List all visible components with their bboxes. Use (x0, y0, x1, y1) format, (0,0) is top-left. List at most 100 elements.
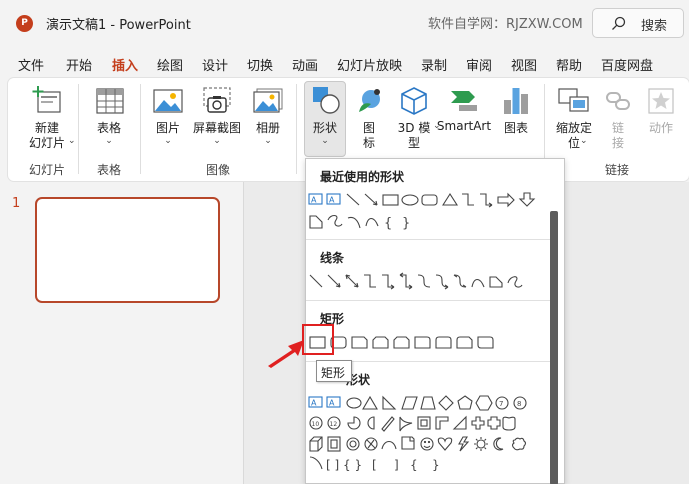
icons-button[interactable]: 图 标 (352, 84, 386, 156)
shapes-button[interactable]: 形状 ⌄ (304, 81, 346, 157)
action-label: 动作 (648, 121, 673, 135)
table-icon (96, 88, 124, 114)
zoom-icon (558, 88, 589, 112)
group-label-tables: 表格 (97, 163, 122, 177)
dropdown-scrollbar[interactable] (550, 211, 558, 484)
group-label-images: 图像 (206, 163, 231, 177)
3d-models-label-2: 型 (407, 136, 420, 150)
svg-text:[ ] { }: [ ] { } (326, 458, 362, 472)
shapes-label: 形状 (312, 121, 337, 135)
svg-text:12: 12 (330, 421, 338, 428)
link-label-2: 接 (611, 136, 624, 150)
tab-draw[interactable]: 绘图 (157, 55, 183, 74)
screenshot-button[interactable]: 屏幕截图 ⌄ (191, 84, 243, 156)
link-icon (606, 92, 630, 110)
section-title-lines: 线条 (320, 251, 345, 265)
svg-text:A: A (329, 399, 335, 408)
screenshot-icon (203, 87, 231, 113)
search-box[interactable]: 搜索 (592, 8, 684, 38)
chart-button[interactable]: 图表 (496, 84, 536, 156)
photo-album-icon (253, 88, 283, 113)
line-shapes-grid[interactable] (306, 271, 556, 293)
link-button[interactable]: 链 接 (602, 84, 634, 156)
tab-review[interactable]: 审阅 (466, 55, 492, 74)
new-slide-icon (32, 86, 61, 113)
shapes-icon (313, 87, 340, 114)
tab-design[interactable]: 设计 (202, 55, 228, 74)
photo-album-label: 相册 (255, 121, 280, 135)
tab-home[interactable]: 开始 (66, 55, 92, 74)
svg-text:A: A (329, 196, 335, 205)
chevron-down-icon: ⌄ (68, 136, 76, 146)
group-divider (296, 84, 297, 174)
tab-insert[interactable]: 插入 (112, 55, 139, 79)
tab-view[interactable]: 视图 (511, 55, 537, 74)
picture-button[interactable]: 图片 ⌄ (146, 84, 190, 156)
table-label: 表格 (96, 121, 121, 135)
icons-icon (359, 89, 380, 112)
chart-label: 图表 (503, 121, 528, 135)
smartart-label: SmartArt (436, 119, 492, 133)
title-bar: P 演示文稿1 - PowerPoint 软件自学网：RJZXW.COM 搜索 (0, 0, 689, 46)
photo-album-button[interactable]: 相册 ⌄ (246, 84, 290, 156)
3d-models-button[interactable]: 3D 模 型 ⌄ (391, 84, 441, 156)
powerpoint-logo-icon: P (16, 15, 33, 32)
rectangle-shapes-grid[interactable] (306, 333, 556, 353)
svg-text:]: ] (394, 458, 399, 472)
chevron-down-icon: ⌄ (264, 136, 272, 146)
chevron-down-icon: ⌄ (321, 136, 329, 146)
chevron-down-icon: ⌄ (213, 136, 221, 146)
svg-text:}: } (402, 216, 410, 231)
svg-text:{: { (384, 216, 392, 231)
zoom-button[interactable]: 缩放定 位 ⌄ (552, 84, 596, 156)
svg-text:{: { (410, 458, 418, 472)
chevron-down-icon: ⌄ (105, 136, 113, 146)
svg-text:8: 8 (517, 400, 521, 408)
group-divider (78, 84, 79, 174)
recent-shapes-grid[interactable]: A A { } (306, 190, 556, 232)
tab-baidu-netdisk[interactable]: 百度网盘 (601, 55, 653, 74)
tab-record[interactable]: 录制 (421, 55, 447, 74)
svg-text:10: 10 (312, 421, 320, 428)
picture-icon (153, 89, 183, 113)
slide-thumbnail[interactable] (35, 197, 220, 303)
tab-animations[interactable]: 动画 (292, 55, 318, 74)
tooltip: 矩形 (316, 360, 352, 382)
svg-text:A: A (311, 399, 317, 408)
watermark-text: 软件自学网：RJZXW.COM (428, 17, 583, 32)
group-label-slides: 幻灯片 (29, 163, 66, 177)
screenshot-label: 屏幕截图 (192, 121, 241, 135)
table-button[interactable]: 表格 ⌄ (84, 84, 134, 156)
ribbon-tabs: 文件 开始 插入 绘图 设计 切换 动画 幻灯片放映 录制 审阅 视图 帮助 百… (0, 48, 689, 79)
svg-text:A: A (311, 196, 317, 205)
icons-label-2: 标 (362, 136, 375, 150)
group-divider (140, 84, 141, 174)
svg-text:}: } (432, 458, 440, 472)
tab-help[interactable]: 帮助 (556, 55, 582, 74)
section-title-recent: 最近使用的形状 (320, 170, 405, 184)
basic-shapes-grid[interactable]: A A 7 8 10 12 [] {} [] {} (306, 393, 556, 473)
new-slide-button[interactable]: 新建 幻灯片 ⌄ (18, 84, 76, 156)
chevron-down-icon: ⌄ (164, 136, 172, 146)
action-star-icon (648, 88, 674, 114)
section-divider (306, 239, 551, 240)
chevron-down-icon: ⌄ (580, 136, 588, 146)
smartart-button[interactable]: SmartArt (436, 84, 492, 156)
shapes-dropdown: 最近使用的形状 A A { } 线条 矩形 形状 A A 7 8 10 12 [… (305, 158, 565, 484)
svg-text:7: 7 (499, 400, 503, 408)
action-button[interactable]: 动作 (642, 84, 680, 156)
picture-label: 图片 (155, 121, 180, 135)
slide-number: 1 (12, 196, 21, 211)
annotation-arrow-icon (268, 340, 304, 368)
zoom-label-2: 位 (567, 136, 580, 150)
tab-file[interactable]: 文件 (18, 55, 44, 74)
group-label-links: 链接 (605, 163, 630, 177)
search-label: 搜索 (641, 19, 668, 34)
search-icon (612, 16, 626, 30)
svg-text:[: [ (372, 458, 377, 472)
document-title: 演示文稿1 - PowerPoint (46, 18, 191, 33)
tab-slideshow[interactable]: 幻灯片放映 (337, 55, 402, 74)
tab-transitions[interactable]: 切换 (247, 55, 273, 74)
chart-icon (504, 88, 528, 114)
smartart-icon (451, 91, 477, 111)
